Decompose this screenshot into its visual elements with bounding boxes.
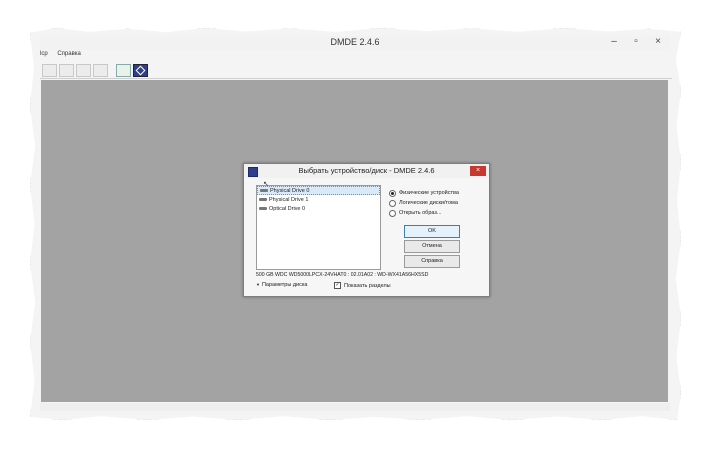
drive-item[interactable]: Optical Drive 0 [257, 204, 380, 213]
hard-drive-icon [260, 189, 268, 192]
open-drive-icon[interactable] [42, 63, 57, 77]
menu-item-partial[interactable]: lcp [40, 51, 48, 57]
menu-item-help[interactable]: Справка [57, 51, 81, 57]
radio-physical-devices[interactable]: Физические устройства [389, 188, 459, 198]
hard-drive-icon [259, 198, 267, 201]
disk-params-label: Параметры диска [261, 282, 308, 288]
dialog-title: Выбрать устройство/диск - DMDE 2.4.6 [298, 166, 435, 175]
partitions-icon[interactable] [93, 63, 108, 77]
drive-label: Physical Drive 1 [269, 196, 309, 203]
open-volume-icon[interactable] [59, 63, 74, 77]
radio-unchecked-icon [389, 209, 396, 217]
radio-logical-disks[interactable]: Логические диски/тома [389, 198, 459, 208]
window-controls: – ▫ × [608, 36, 664, 47]
dmde-logo-icon[interactable] [133, 63, 148, 77]
drive-label: Physical Drive 0 [270, 187, 310, 194]
drive-label: Optical Drive 0 [269, 205, 306, 212]
menu-bar: lcp Справка [40, 51, 670, 61]
disk-editor-icon[interactable] [76, 63, 91, 77]
radio-unchecked-icon [389, 199, 396, 207]
radio-label: Открыть образ... [399, 210, 442, 216]
minimize-button[interactable]: – [608, 36, 620, 47]
show-partitions-label: Показать разделы [344, 282, 391, 289]
app-title: DMDE 2.4.6 [330, 37, 380, 47]
checkbox-checked-icon: ✓ [334, 282, 341, 289]
expand-triangle-icon: ▼ [256, 282, 260, 287]
optical-drive-icon [259, 207, 267, 210]
radio-open-image[interactable]: Открыть образ... [389, 208, 459, 218]
cancel-button[interactable]: Отмена [404, 240, 460, 253]
mouse-cursor-icon: ↖ [263, 181, 269, 188]
help-button[interactable]: Справка [404, 255, 460, 268]
radio-label: Физические устройства [399, 190, 459, 196]
drive-list[interactable]: Physical Drive 0 Physical Drive 1 Optica… [256, 185, 381, 270]
show-partitions-checkbox[interactable]: ✓ Показать разделы [334, 282, 391, 289]
drive-item[interactable]: Physical Drive 0 [257, 186, 380, 195]
toolbar [40, 62, 672, 79]
recovery-icon[interactable] [116, 63, 131, 77]
disk-params-toggle[interactable]: ▼ Параметры диска [256, 282, 307, 288]
ok-button[interactable]: OK [404, 225, 460, 238]
mode-radio-group: Физические устройства Логические диски/т… [389, 188, 459, 218]
radio-checked-icon [389, 189, 396, 197]
drive-item[interactable]: Physical Drive 1 [257, 195, 380, 204]
radio-label: Логические диски/тома [399, 200, 458, 206]
close-window-button[interactable]: × [652, 36, 664, 47]
maximize-button[interactable]: ▫ [630, 36, 642, 47]
dialog-titlebar: Выбрать устройство/диск - DMDE 2.4.6 × [244, 164, 489, 178]
app-titlebar: DMDE 2.4.6 – ▫ × [40, 36, 670, 50]
drive-info-text: 500 GB WDC WD5000LPCX-24VHAT0 : 02.01A02… [256, 272, 429, 278]
dialog-close-button[interactable]: × [470, 166, 486, 176]
status-bar [40, 403, 670, 411]
select-device-dialog: Выбрать устройство/диск - DMDE 2.4.6 × P… [243, 163, 490, 297]
